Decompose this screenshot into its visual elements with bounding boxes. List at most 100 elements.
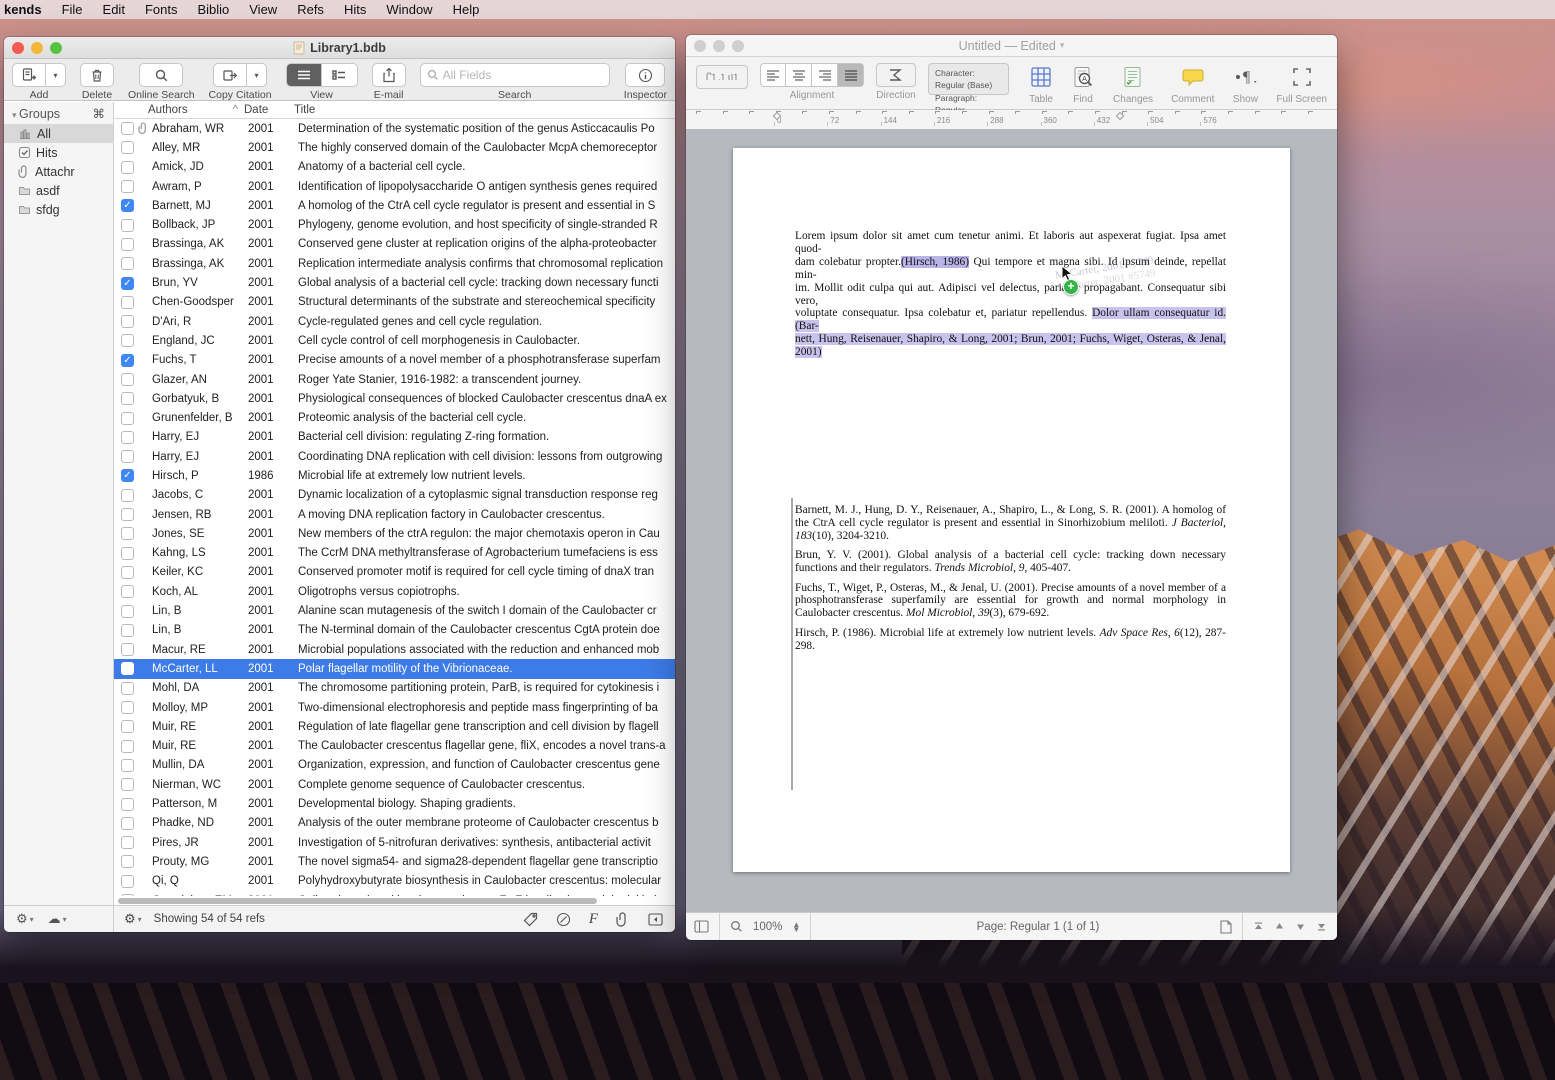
scrollbar-thumb[interactable] (118, 898, 597, 904)
reference-row[interactable]: Nierman, WC2001Complete genome sequence … (114, 775, 675, 794)
reference-checkbox[interactable] (121, 662, 134, 675)
reference-checkbox[interactable] (121, 643, 134, 656)
page-view-icon[interactable] (1220, 920, 1232, 934)
zoom-button[interactable] (50, 42, 62, 54)
reference-row[interactable]: Lin, B2001Alanine scan mutagenesis of th… (114, 601, 675, 620)
changes-button[interactable]: Changes (1113, 63, 1153, 105)
reference-checkbox[interactable] (121, 759, 134, 772)
close-button[interactable] (12, 42, 24, 54)
edit-icon[interactable] (556, 912, 571, 927)
reference-row[interactable]: Alley, MR2001The highly conserved domain… (114, 138, 675, 157)
reference-checkbox[interactable] (121, 547, 134, 560)
find-button[interactable]: AFind (1071, 63, 1095, 105)
reference-checkbox[interactable]: ✓ (121, 199, 134, 212)
close-button[interactable] (694, 40, 706, 52)
document-page[interactable]: Lorem ipsum dolor sit amet cum tenetur a… (733, 148, 1290, 872)
reference-checkbox[interactable] (121, 682, 134, 695)
reference-checkbox[interactable] (121, 219, 134, 232)
menu-help[interactable]: Help (443, 2, 490, 17)
table-button[interactable]: Table (1029, 63, 1053, 105)
menu-fonts[interactable]: Fonts (135, 2, 188, 17)
groups-disclosure-icon[interactable]: ▾ Groups (12, 107, 60, 121)
reference-checkbox[interactable] (121, 508, 134, 521)
search-input[interactable] (443, 68, 603, 82)
zoom-level[interactable]: 100% (753, 921, 782, 933)
reference-row[interactable]: Molloy, MP2001Two-dimensional electropho… (114, 698, 675, 717)
reference-row[interactable]: Jones, SE2001New members of the ctrA reg… (114, 524, 675, 543)
align-right-button[interactable] (812, 63, 838, 87)
minimize-button[interactable] (713, 40, 725, 52)
reference-row[interactable]: Mohl, DA2001The chromosome partitioning … (114, 679, 675, 698)
reference-checkbox[interactable] (121, 875, 134, 888)
groups-action-menu[interactable]: ⚙▾ (16, 911, 34, 927)
reference-row[interactable]: Jacobs, C2001Dynamic localization of a c… (114, 486, 675, 505)
online-search-button[interactable] (139, 63, 183, 87)
sidebar-item-attachr[interactable]: Attachr (4, 162, 113, 181)
library-titlebar[interactable]: Library1.bdb (4, 37, 675, 59)
align-left-button[interactable] (760, 63, 786, 87)
horizontal-scrollbar[interactable] (116, 896, 673, 905)
reference-row[interactable]: Mullin, DA2001Organization, expression, … (114, 756, 675, 775)
reference-row[interactable]: D'Ari, R2001Cycle-regulated genes and ce… (114, 312, 675, 331)
reference-row[interactable]: Prouty, MG2001The novel sigma54- and sig… (114, 852, 675, 871)
format-icon[interactable]: F (589, 911, 598, 928)
sidebar-item-all[interactable]: All (4, 124, 113, 143)
reference-checkbox[interactable]: ✓ (121, 354, 134, 367)
add-reference-button[interactable] (12, 63, 46, 87)
reference-checkbox[interactable] (121, 701, 134, 714)
sidebar-toggle-icon[interactable] (694, 920, 709, 933)
align-center-button[interactable] (786, 63, 812, 87)
reference-checkbox[interactable] (121, 141, 134, 154)
summary-view-button[interactable] (322, 63, 358, 87)
reference-row[interactable]: Phadke, ND2001Analysis of the outer memb… (114, 814, 675, 833)
direction-button[interactable] (876, 63, 916, 87)
zoom-stepper[interactable]: ▲▼ (792, 922, 800, 932)
reference-row[interactable]: Harry, EJ2001Coordinating DNA replicatio… (114, 447, 675, 466)
sidebar-item-sfdg[interactable]: sfdg (4, 200, 113, 219)
go-last-page-icon[interactable] (1316, 921, 1327, 932)
list-action-menu[interactable]: ⚙▾ (124, 911, 142, 927)
copy-citation-chevron-icon[interactable]: ▾ (247, 63, 267, 87)
reference-row[interactable]: Grunenfelder, B2001Proteomic analysis of… (114, 408, 675, 427)
reference-row[interactable]: McCarter, LL2001Polar flagellar motility… (114, 659, 675, 678)
reference-checkbox[interactable] (121, 161, 134, 174)
reference-row[interactable]: ✓Brun, YV2001Global analysis of a bacter… (114, 273, 675, 292)
show-button[interactable]: ¶Show (1232, 63, 1258, 105)
reference-row[interactable]: Brassinga, AK2001Conserved gene cluster … (114, 235, 675, 254)
page-indicator[interactable]: Page: Regular 1 (1 of 1) (856, 921, 1220, 933)
reference-row[interactable]: Keiler, KC2001Conserved promoter motif i… (114, 563, 675, 582)
reference-row[interactable]: Kahng, LS2001The CcrM DNA methyltransfer… (114, 544, 675, 563)
reference-row[interactable]: Harry, EJ2001Bacterial cell division: re… (114, 428, 675, 447)
reference-row[interactable]: Muir, RE2001The Caulobacter crescentus f… (114, 737, 675, 756)
reference-row[interactable]: Pires, JR2001Investigation of 5-nitrofur… (114, 833, 675, 852)
go-first-page-icon[interactable] (1253, 921, 1264, 932)
writer-titlebar[interactable]: Untitled — Edited ▾ (686, 35, 1337, 57)
zoom-button[interactable] (732, 40, 744, 52)
reference-row[interactable]: Muir, RE2001Regulation of late flagellar… (114, 717, 675, 736)
title-chevron-icon[interactable]: ▾ (1060, 40, 1065, 51)
page-up-icon[interactable] (1274, 921, 1285, 932)
email-button[interactable] (372, 63, 406, 87)
reference-row[interactable]: Abraham, WR2001Determination of the syst… (114, 119, 675, 138)
reference-row[interactable]: Brassinga, AK2001Replication intermediat… (114, 254, 675, 273)
copy-citation-button[interactable] (213, 63, 247, 87)
reference-checkbox[interactable] (121, 238, 134, 251)
reference-row[interactable]: Qi, Q2001Polyhydroxybutyrate biosynthesi… (114, 872, 675, 891)
reference-checkbox[interactable] (121, 720, 134, 733)
attachment-icon[interactable] (616, 912, 630, 927)
reference-row[interactable]: ✓Hirsch, P1986Microbial life at extremel… (114, 466, 675, 485)
reference-row[interactable]: Koch, AL2001Oligotrophs versus copiotrop… (114, 582, 675, 601)
reference-checkbox[interactable] (121, 489, 134, 502)
app-menu[interactable]: kends (0, 2, 52, 17)
reference-checkbox[interactable] (121, 122, 134, 135)
reference-row[interactable]: England, JC2001Cell cycle control of cel… (114, 331, 675, 350)
list-view-button[interactable] (286, 63, 322, 87)
reference-row[interactable]: ✓Fuchs, T2001Precise amounts of a novel … (114, 351, 675, 370)
reference-checkbox[interactable] (121, 527, 134, 540)
authors-column-header[interactable]: Authors ^ (114, 104, 244, 116)
reference-checkbox[interactable] (121, 585, 134, 598)
comment-button[interactable]: Comment (1171, 63, 1214, 105)
reference-row[interactable]: Bollback, JP2001Phylogeny, genome evolut… (114, 215, 675, 234)
reference-checkbox[interactable] (121, 392, 134, 405)
reference-row[interactable]: Chen-Goodsper2001Structural determinants… (114, 293, 675, 312)
